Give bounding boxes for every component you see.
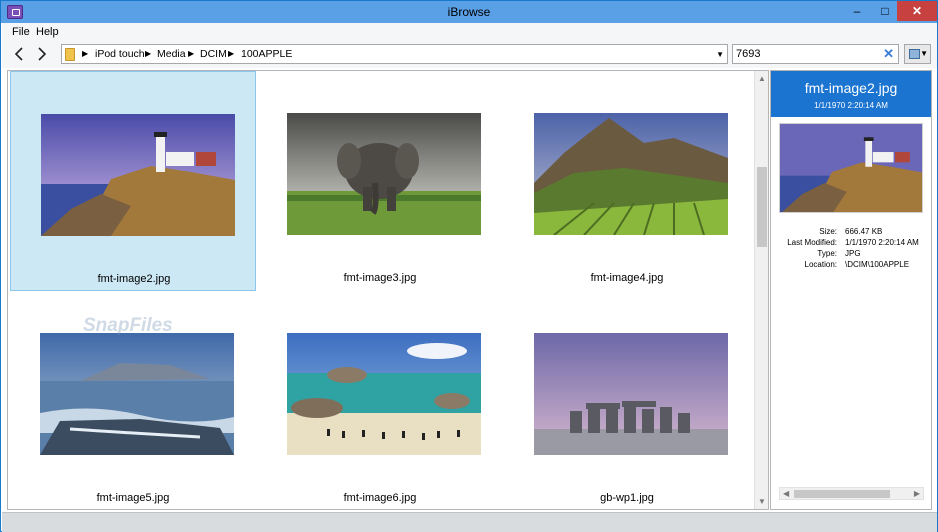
- chevron-left-icon: [14, 47, 23, 61]
- detail-value: 666.47 KB: [845, 227, 883, 236]
- thumbnail-image: [534, 333, 728, 455]
- detail-row-location: Location: \DCIM\100APPLE: [771, 260, 931, 271]
- thumbnail-caption: fmt-image2.jpg: [97, 273, 171, 285]
- search-input[interactable]: 7693 ✕: [732, 44, 899, 64]
- search-value: 7693: [736, 48, 761, 60]
- scroll-up-icon[interactable]: ▲: [758, 74, 766, 83]
- scroll-left-icon[interactable]: ◀: [783, 489, 789, 498]
- menu-bar: File Help: [2, 23, 937, 40]
- maximize-button[interactable]: □: [871, 1, 899, 21]
- horizontal-scrollbar[interactable]: ◀ ▶: [779, 487, 924, 500]
- thumbnail-grid[interactable]: fmt-image2.jpg fmt-image3.jpg fmt-image4…: [7, 70, 769, 510]
- view-mode-button[interactable]: ▼: [904, 44, 931, 64]
- preview-image: [779, 123, 923, 213]
- breadcrumb-separator: ▶: [145, 49, 152, 58]
- details-filename: fmt-image2.jpg: [804, 80, 898, 96]
- path-bar[interactable]: ▶ iPod touch ▶ Media ▶ DCIM ▶ 100APPLE ▼: [61, 44, 728, 64]
- thumbnail-image: [287, 333, 481, 455]
- breadcrumb-ipod-touch[interactable]: iPod touch: [95, 48, 145, 60]
- breadcrumb-media[interactable]: Media: [157, 48, 186, 60]
- detail-value: \DCIM\100APPLE: [845, 260, 910, 269]
- app-window: iBrowse – □ ✕ File Help ▶ iPod touch ▶ M…: [0, 0, 938, 532]
- thumbnail-image: [40, 333, 234, 455]
- thumbnail-item[interactable]: fmt-image6.jpg: [257, 291, 503, 509]
- scrollbar-thumb[interactable]: [794, 490, 890, 498]
- detail-row-modified: Last Modified: 1/1/1970 2:20:14 AM: [771, 238, 931, 249]
- chevron-right-icon: [38, 47, 47, 61]
- menu-file[interactable]: File: [12, 26, 30, 38]
- status-bar: [2, 512, 937, 532]
- detail-key: Location:: [804, 260, 837, 269]
- scroll-down-icon[interactable]: ▼: [758, 497, 766, 506]
- vertical-scrollbar[interactable]: ▲ ▼: [754, 71, 768, 509]
- image-view-icon: [909, 49, 920, 59]
- thumbnail-item[interactable]: fmt-image4.jpg: [504, 71, 750, 291]
- thumbnail-item[interactable]: fmt-image2.jpg: [10, 71, 256, 291]
- scrollbar-thumb[interactable]: [757, 167, 767, 247]
- chevron-down-icon: ▼: [920, 49, 928, 58]
- thumbnail-caption: fmt-image3.jpg: [343, 272, 417, 284]
- close-button[interactable]: ✕: [897, 1, 937, 21]
- breadcrumb-separator: ▶: [82, 49, 89, 58]
- thumbnail-caption: fmt-image6.jpg: [343, 492, 417, 504]
- watermark: SnapFiles: [83, 315, 173, 336]
- detail-value: JPG: [845, 249, 861, 258]
- menu-help[interactable]: Help: [36, 26, 59, 38]
- details-pane: fmt-image2.jpg 1/1/1970 2:20:14 AM Size:…: [770, 70, 932, 510]
- thumbnail-image: [287, 113, 481, 235]
- detail-row-type: Type: JPG: [771, 249, 931, 260]
- details-date: 1/1/1970 2:20:14 AM: [814, 101, 888, 110]
- detail-value: 1/1/1970 2:20:14 AM: [845, 238, 919, 247]
- device-icon: [65, 48, 75, 61]
- minimize-button[interactable]: –: [843, 1, 871, 21]
- toolbar: ▶ iPod touch ▶ Media ▶ DCIM ▶ 100APPLE ▼…: [2, 40, 937, 68]
- window-title: iBrowse: [447, 5, 491, 19]
- chevron-down-icon[interactable]: ▼: [716, 50, 724, 59]
- breadcrumb-dcim[interactable]: DCIM: [200, 48, 227, 60]
- scroll-right-icon[interactable]: ▶: [914, 489, 920, 498]
- forward-button[interactable]: [35, 46, 49, 62]
- breadcrumb-separator: ▶: [228, 49, 235, 58]
- thumbnail-image: [41, 114, 235, 236]
- title-bar[interactable]: iBrowse – □ ✕: [1, 1, 937, 23]
- detail-row-size: Size: 666.47 KB: [771, 227, 931, 238]
- detail-key: Type:: [817, 249, 837, 258]
- breadcrumb-100apple[interactable]: 100APPLE: [241, 48, 292, 60]
- thumbnail-item[interactable]: fmt-image3.jpg: [257, 71, 503, 291]
- thumbnail-caption: fmt-image5.jpg: [96, 492, 170, 504]
- clear-search-icon[interactable]: ✕: [883, 46, 894, 62]
- breadcrumb-separator: ▶: [188, 49, 195, 58]
- details-header: fmt-image2.jpg 1/1/1970 2:20:14 AM: [771, 71, 931, 117]
- thumbnail-image: [534, 113, 728, 235]
- thumbnail-caption: fmt-image4.jpg: [590, 272, 664, 284]
- detail-key: Size:: [819, 227, 837, 236]
- back-button[interactable]: [12, 46, 26, 62]
- detail-key: Last Modified:: [787, 238, 837, 247]
- thumbnail-item[interactable]: gb-wp1.jpg: [504, 291, 750, 509]
- thumbnail-caption: gb-wp1.jpg: [600, 492, 654, 504]
